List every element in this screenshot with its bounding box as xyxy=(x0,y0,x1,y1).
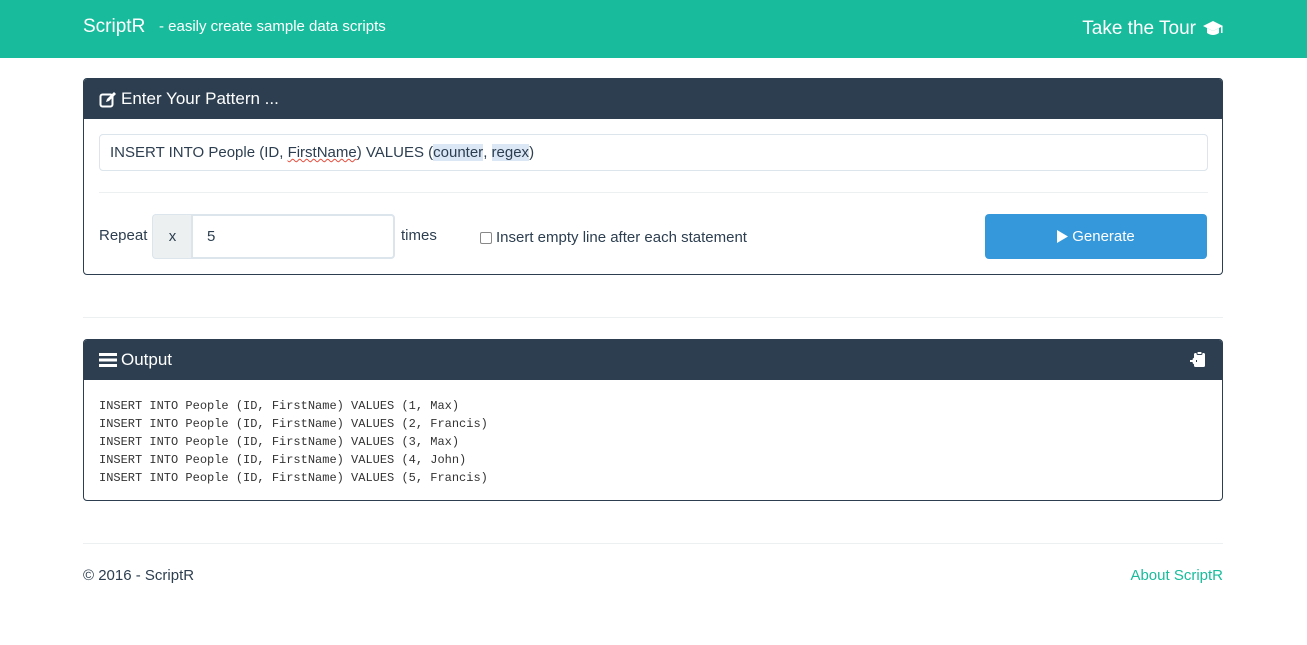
pattern-input[interactable]: INSERT INTO People (ID, FirstName) VALUE… xyxy=(99,134,1208,171)
output-line: INSERT INTO People (ID, FirstName) VALUE… xyxy=(99,399,460,413)
pattern-panel: Enter Your Pattern ... INSERT INTO Peopl… xyxy=(83,78,1223,275)
clipboard-icon[interactable] xyxy=(1189,351,1207,374)
pattern-token-regex: regex xyxy=(491,144,530,161)
pattern-divider xyxy=(99,192,1208,193)
section-divider xyxy=(83,317,1223,318)
take-tour-label: Take the Tour xyxy=(1082,18,1196,39)
about-link[interactable]: About ScriptR xyxy=(1130,567,1223,584)
output-line: INSERT INTO People (ID, FirstName) VALUE… xyxy=(99,417,488,431)
generate-button[interactable]: Generate xyxy=(985,214,1207,259)
output-panel: Output INSERT INTO People (ID, FirstName… xyxy=(83,339,1223,501)
pattern-text-2: FirstName xyxy=(287,144,357,161)
list-icon xyxy=(99,352,117,368)
repeat-addon: x xyxy=(152,214,192,259)
output-line: INSERT INTO People (ID, FirstName) VALUE… xyxy=(99,471,488,485)
pattern-panel-title: Enter Your Pattern ... xyxy=(121,89,279,108)
navbar: ScriptR - easily create sample data scri… xyxy=(0,0,1307,58)
output-line: INSERT INTO People (ID, FirstName) VALUE… xyxy=(99,435,460,449)
pattern-text-7: ) xyxy=(529,144,535,161)
pattern-text-5: , xyxy=(483,144,492,161)
tagline: - easily create sample data scripts xyxy=(159,18,386,35)
pattern-panel-body: INSERT INTO People (ID, FirstName) VALUE… xyxy=(84,119,1222,274)
copyright: © 2016 - ScriptR xyxy=(83,567,195,584)
pattern-panel-heading: Enter Your Pattern ... xyxy=(84,79,1222,119)
generate-label: Generate xyxy=(1072,228,1135,245)
repeat-label: Repeat xyxy=(99,227,148,244)
footer-divider xyxy=(83,543,1223,544)
edit-icon xyxy=(99,91,117,108)
empty-line-option[interactable]: Insert empty line after each statement xyxy=(480,229,747,246)
brand-logo[interactable]: ScriptR xyxy=(83,16,145,38)
times-label: times xyxy=(401,227,437,244)
empty-line-checkbox[interactable] xyxy=(480,231,492,244)
pattern-text-1: INSERT INTO People (ID, xyxy=(110,144,288,161)
output-panel-heading: Output xyxy=(84,340,1222,380)
output-text[interactable]: INSERT INTO People (ID, FirstName) VALUE… xyxy=(84,380,1222,500)
take-tour-link[interactable]: Take the Tour xyxy=(1082,18,1224,40)
output-panel-title: Output xyxy=(121,350,173,369)
play-icon xyxy=(1057,230,1069,243)
graduation-cap-icon xyxy=(1203,21,1223,35)
output-line: INSERT INTO People (ID, FirstName) VALUE… xyxy=(99,453,467,467)
pattern-token-counter: counter xyxy=(433,144,484,161)
repeat-count-input[interactable]: 5 xyxy=(191,214,395,259)
pattern-text-3: ) VALUES ( xyxy=(356,144,434,161)
empty-line-label: Insert empty line after each statement xyxy=(496,229,747,246)
